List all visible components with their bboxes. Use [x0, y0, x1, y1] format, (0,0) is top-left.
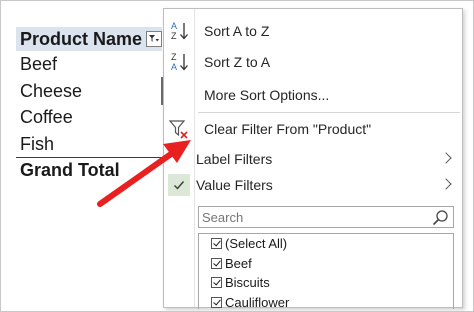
list-item[interactable]: Beef	[199, 254, 453, 274]
sort-ascending-icon: A Z	[171, 21, 188, 41]
search-field[interactable]	[198, 206, 454, 228]
menu-separator	[198, 112, 460, 113]
list-item-label: Biscuits	[225, 275, 270, 291]
label-filters-item[interactable]: Label Filters	[164, 146, 462, 172]
list-item[interactable]: Cauliflower	[199, 293, 453, 309]
pivot-header: Product Name	[16, 27, 162, 51]
chevron-right-icon	[440, 178, 452, 190]
pivot-header-label: Product Name	[20, 28, 143, 49]
search-icon[interactable]	[432, 209, 449, 226]
chevron-right-icon	[440, 152, 452, 164]
value-filters-item[interactable]: Value Filters	[164, 172, 462, 198]
pivot-row[interactable]: Coffee	[16, 104, 162, 131]
list-item[interactable]: (Select All)	[199, 234, 453, 254]
sort-z-to-a-label: Sort Z to A	[204, 54, 271, 70]
sort-descending-icon: Z A	[171, 52, 188, 72]
svg-text:A: A	[171, 21, 177, 31]
pivot-row[interactable]: Fish	[16, 131, 162, 158]
list-item-label: Cauliflower	[225, 294, 290, 309]
filter-dropdown-icon[interactable]	[146, 31, 162, 47]
list-item-label: Beef	[225, 255, 252, 271]
list-item-label: (Select All)	[225, 236, 288, 252]
svg-text:Z: Z	[171, 52, 177, 62]
sort-z-to-a-item[interactable]: Z A Sort Z to A	[164, 49, 462, 75]
value-filters-checked	[168, 174, 190, 196]
item-checkbox[interactable]	[211, 277, 222, 289]
pivot-grand-total[interactable]: Grand Total	[16, 157, 162, 183]
list-item[interactable]: Biscuits	[199, 273, 453, 293]
clear-filter-label: Clear Filter From "Product"	[204, 121, 372, 137]
pivot-table: Product Name Beef Cheese Coffee Fish Gra…	[16, 27, 162, 183]
more-sort-options-label: More Sort Options...	[204, 87, 330, 103]
app-canvas: Product Name Beef Cheese Coffee Fish Gra…	[0, 0, 474, 312]
label-filters-label: Label Filters	[196, 151, 273, 167]
svg-text:Z: Z	[171, 31, 177, 41]
filter-checklist: (Select All) Beef Biscuits Cauliflower	[198, 233, 454, 309]
search-input[interactable]	[199, 208, 422, 226]
clear-filter-icon	[168, 120, 188, 139]
item-checkbox[interactable]	[211, 257, 222, 269]
svg-text:A: A	[171, 62, 177, 72]
clear-filter-item[interactable]: Clear Filter From "Product"	[164, 116, 462, 142]
pivot-row[interactable]: Cheese	[16, 78, 162, 105]
select-all-checkbox[interactable]	[211, 238, 222, 250]
item-checkbox[interactable]	[211, 296, 222, 308]
more-sort-options-item[interactable]: More Sort Options...	[164, 82, 462, 108]
filter-dropdown-menu: A Z Sort A to Z Z A Sort Z to A More Sor…	[163, 8, 463, 309]
sort-a-to-z-label: Sort A to Z	[204, 23, 270, 39]
sort-a-to-z-item[interactable]: A Z Sort A to Z	[164, 18, 462, 44]
pivot-row[interactable]: Beef	[16, 51, 162, 78]
value-filters-label: Value Filters	[196, 177, 273, 193]
checkmark-icon	[174, 181, 185, 190]
